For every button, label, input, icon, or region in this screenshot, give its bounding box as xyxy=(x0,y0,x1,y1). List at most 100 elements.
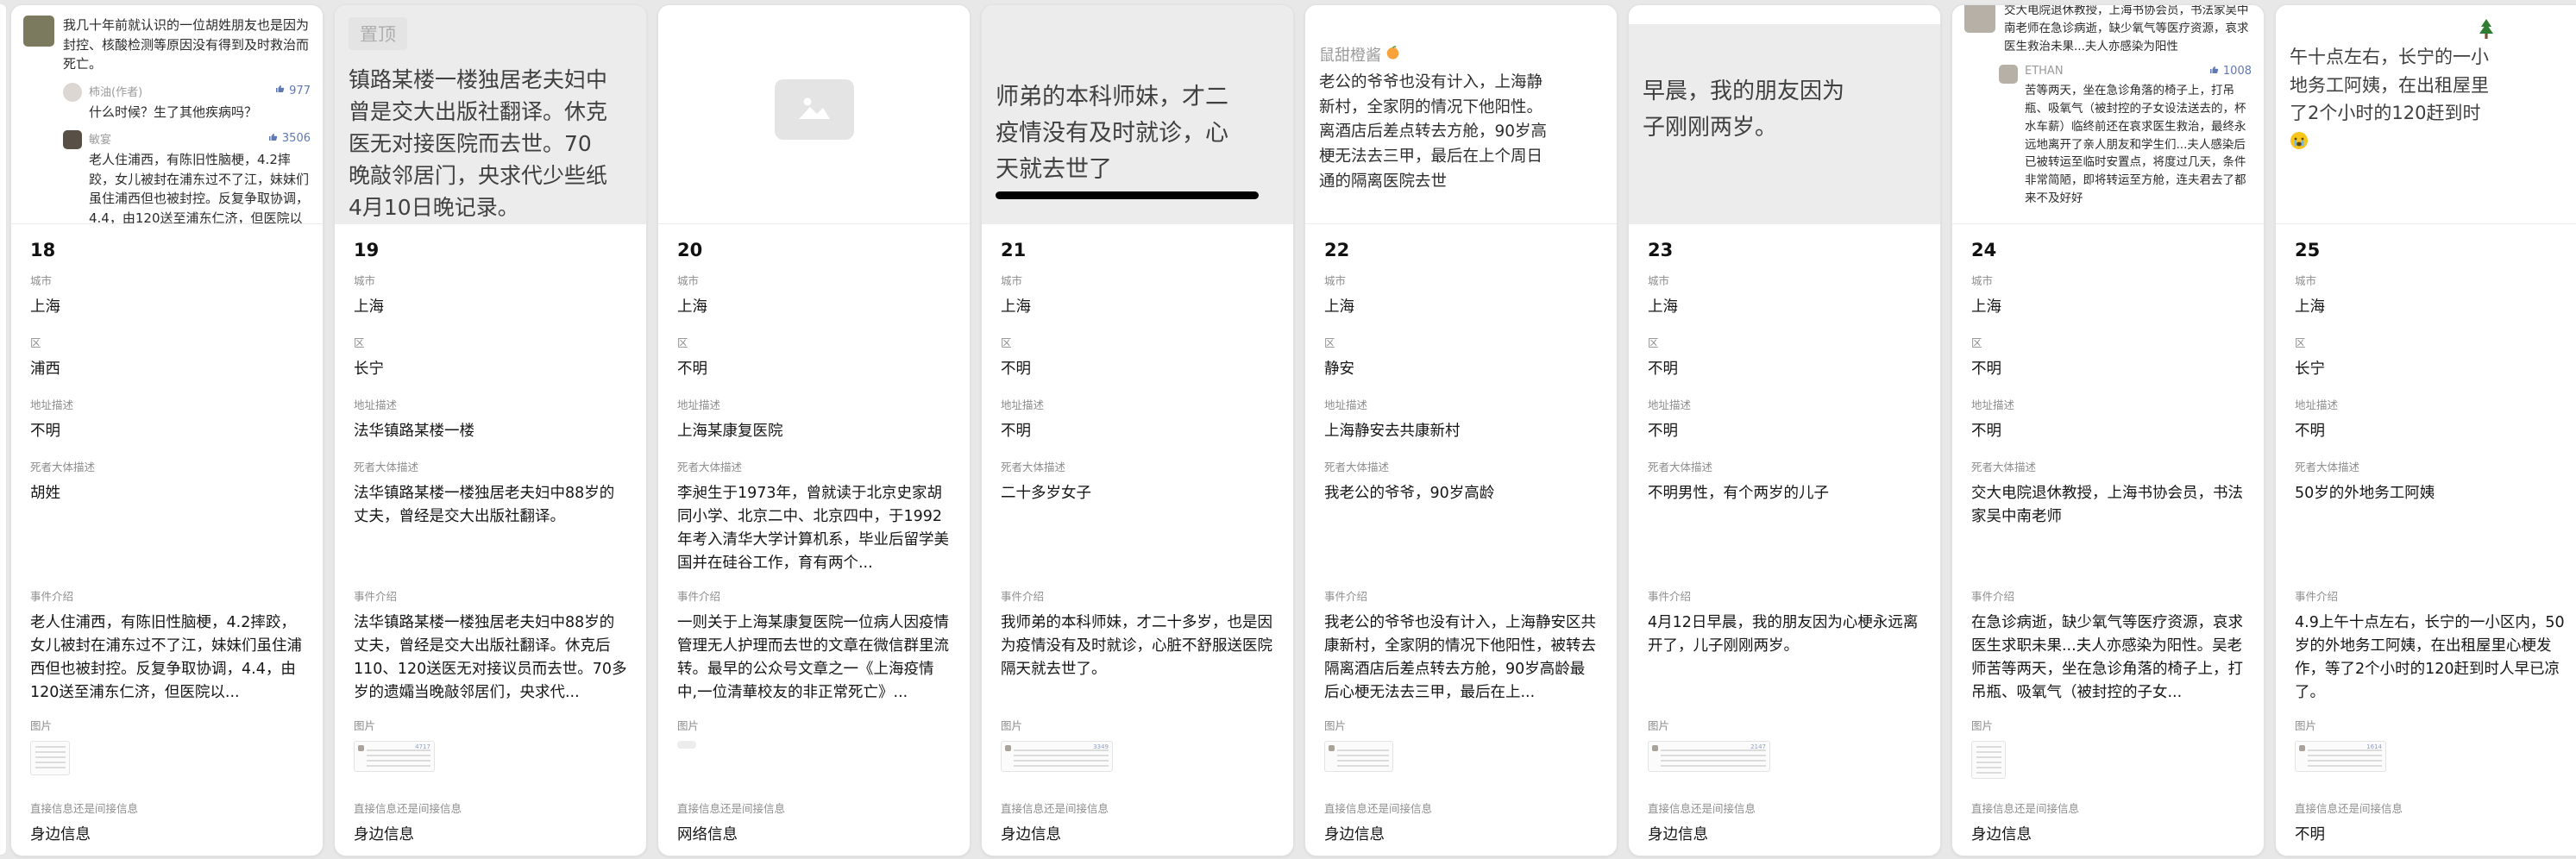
commenter-name: 柿油(作者) xyxy=(89,83,142,99)
thumbnail-avatar xyxy=(1329,745,1335,751)
preview-text-line: 地务工阿姨，在出租屋里 xyxy=(2290,72,2576,100)
field-label-direct: 直接信息还是间接信息 xyxy=(1971,799,2245,816)
field-address: 地址描述 不明 xyxy=(1648,396,1921,458)
case-card[interactable]: 我几十年前就认识的一位胡姓朋友也是因为封控、核酸检测等原因没有得到及时救治而死亡… xyxy=(10,4,324,856)
field-label-deceased: 死者大体描述 xyxy=(1324,458,1598,474)
preview-text-line: 师弟的本科师妹，才二 xyxy=(996,79,1293,116)
preview-text-line: 早晨，我的朋友因为 xyxy=(1643,74,1940,110)
field-direct: 直接信息还是间接信息 身边信息 xyxy=(1971,799,2245,847)
field-label-photo: 图片 xyxy=(1324,717,1598,733)
thumbnail-avatar xyxy=(2299,745,2305,751)
field-event: 事件介绍 4月12日早晨，我的朋友因为心梗永远离开了，儿子刚刚两岁。 xyxy=(1648,587,1921,717)
field-label-event: 事件介绍 xyxy=(30,587,304,604)
field-direct: 直接信息还是间接信息 身边信息 xyxy=(1001,799,1274,847)
case-preview-image[interactable]: 鼠甜橙酱老公的爷爷也没有计入，上海静新村，全家阴的情况下他阳性。离酒店后差点转去… xyxy=(1305,5,1617,224)
field-event: 事件介绍 我老公的爷爷也没有计入，上海静安区共康新村，全家阴的情况下他阳性，被转… xyxy=(1324,587,1598,717)
field-address: 地址描述 不明 xyxy=(1971,396,2245,458)
preview-text-line: 医无对接医院而去世。70 xyxy=(349,128,646,160)
case-preview-image[interactable]: 午十点左右，长宁的一小地务工阿姨，在出租屋里了2个小时的120赶到时 xyxy=(2276,5,2576,224)
field-photo: 图片 xyxy=(677,717,951,799)
field-event: 事件介绍 在急诊病逝，缺少氧气等医疗资源，哀求医生求职未果...夫人亦感染为阳性… xyxy=(1971,587,2245,717)
field-district: 区 不明 xyxy=(1971,334,2245,396)
field-label-event: 事件介绍 xyxy=(2295,587,2568,604)
case-preview-image[interactable]: 交大电院退休教授，上海书协会员，书法家吴中南老师在急诊病逝，缺少氧气等医疗资源，… xyxy=(1952,5,2264,224)
photo-thumbnail[interactable] xyxy=(677,741,696,749)
avatar xyxy=(63,83,82,102)
case-preview-image[interactable]: 早晨，我的朋友因为子刚刚两岁。 xyxy=(1629,5,1940,224)
photo-thumbnail[interactable] xyxy=(1971,741,2006,779)
case-preview-image[interactable]: 我几十年前就认识的一位胡姓朋友也是因为封控、核酸检测等原因没有得到及时救治而死亡… xyxy=(11,5,323,224)
field-label-address: 地址描述 xyxy=(1648,396,1921,412)
field-value-deceased: 二十多岁女子 xyxy=(1001,482,1274,505)
field-district: 区 静安 xyxy=(1324,334,1598,396)
like-count-wrap: 3506 xyxy=(268,132,311,146)
field-value-direct: 身边信息 xyxy=(1324,824,1598,847)
avatar xyxy=(1964,5,1995,33)
field-value-district: 不明 xyxy=(1648,358,1921,381)
field-label-district: 区 xyxy=(354,334,627,350)
author-row: 鼠甜橙酱 xyxy=(1319,43,1617,66)
case-card[interactable]: 午十点左右，长宁的一小地务工阿姨，在出租屋里了2个小时的120赶到时 25 城市… xyxy=(2275,4,2576,856)
field-label-city: 城市 xyxy=(1001,272,1274,288)
field-photo: 图片 2147 xyxy=(1648,717,1921,799)
field-address: 地址描述 不明 xyxy=(30,396,304,458)
case-card[interactable]: 置顶镇路某楼一楼独居老夫妇中曾是交大出版社翻译。休克医无对接医院而去世。70晚敲… xyxy=(334,4,647,856)
field-value-address: 不明 xyxy=(30,420,304,443)
comment-text: 老人住浦西，有陈旧性脑梗，4.2摔跤，女儿被封在浦东过不了江，妹妹们虽住浦西但也… xyxy=(89,150,311,224)
commenter-name: ETHAN xyxy=(2025,65,2064,78)
cards-board: 我几十年前就认识的一位胡姓朋友也是因为封控、核酸检测等原因没有得到及时救治而死亡… xyxy=(0,0,2576,859)
field-deceased: 死者大体描述 胡姓 xyxy=(30,458,304,587)
preview-text-line: 4月10日晚记录。 xyxy=(349,191,646,223)
field-value-city: 上海 xyxy=(1971,296,2245,319)
field-value-address: 不明 xyxy=(1001,420,1274,443)
field-deceased: 死者大体描述 法华镇路某楼一楼独居老夫妇中88岁的丈夫，曾经是交大出版社翻译。 xyxy=(354,458,627,587)
case-card[interactable]: 早晨，我的朋友因为子刚刚两岁。 23 城市 上海 区 不明 地址描述 不明 死者… xyxy=(1628,4,1941,856)
photo-thumbnail[interactable]: 2147 xyxy=(1648,741,1770,772)
photo-thumbnail[interactable]: 4717 xyxy=(354,741,435,772)
main-comment: 我几十年前就认识的一位胡姓朋友也是因为封控、核酸检测等原因没有得到及时救治而死亡… xyxy=(23,16,311,74)
field-value-district: 静安 xyxy=(1324,358,1598,381)
preview-text-line: 新村，全家阴的情况下他阳性。 xyxy=(1319,96,1617,121)
photo-thumbnail[interactable] xyxy=(1324,741,1393,772)
photo-thumbnail[interactable] xyxy=(30,741,70,775)
case-card[interactable]: 鼠甜橙酱老公的爷爷也没有计入，上海静新村，全家阴的情况下他阳性。离酒店后差点转去… xyxy=(1304,4,1618,856)
field-deceased: 死者大体描述 50岁的外地务工阿姨 xyxy=(2295,458,2568,587)
case-card[interactable]: 交大电院退休教授，上海书协会员，书法家吴中南老师在急诊病逝，缺少氧气等医疗资源，… xyxy=(1951,4,2265,856)
case-preview-image[interactable]: 师弟的本科师妹，才二疫情没有及时就诊，心天就去世了 xyxy=(982,5,1293,224)
case-preview-image[interactable]: 置顶镇路某楼一楼独居老夫妇中曾是交大出版社翻译。休克医无对接医院而去世。70晚敲… xyxy=(335,5,646,224)
case-card[interactable]: 20 城市 上海 区 不明 地址描述 上海某康复医院 死者大体描述 李昶生于19… xyxy=(657,4,971,856)
field-label-photo: 图片 xyxy=(30,717,304,733)
field-value-direct: 身边信息 xyxy=(1648,824,1921,847)
preview-top-strip xyxy=(1629,5,1940,24)
case-preview-image[interactable] xyxy=(658,5,970,224)
field-value-district: 不明 xyxy=(1001,358,1274,381)
field-label-district: 区 xyxy=(2295,334,2568,350)
field-label-deceased: 死者大体描述 xyxy=(30,458,304,474)
field-city: 城市 上海 xyxy=(1971,272,2245,334)
field-label-photo: 图片 xyxy=(1001,717,1274,733)
field-district: 区 不明 xyxy=(1001,334,1274,396)
thumbnail-like-count: 4717 xyxy=(415,743,430,750)
preview-text-block: 早晨，我的朋友因为子刚刚两岁。 xyxy=(1629,24,1940,146)
field-value-address: 不明 xyxy=(2295,420,2568,443)
like-count: 977 xyxy=(289,85,311,97)
emoji-row xyxy=(2290,17,2576,43)
case-card[interactable]: 师弟的本科师妹，才二疫情没有及时就诊，心天就去世了 21 城市 上海 区 不明 … xyxy=(981,4,1294,856)
case-body: 21 城市 上海 区 不明 地址描述 不明 死者大体描述 二十多岁女子 事件介绍… xyxy=(982,224,1293,856)
thumbnail-text-lines xyxy=(1014,749,1109,768)
thumbnail-avatar xyxy=(358,745,364,751)
photo-thumbnail[interactable]: 3349 xyxy=(1001,741,1113,772)
photo-glyph xyxy=(795,93,833,126)
preview-text-line: 天就去世了 xyxy=(996,152,1293,188)
avatar xyxy=(1999,65,2018,84)
field-event: 事件介绍 4.9上午十点左右，长宁的一小区内，50岁的外地务工阿姨，在出租屋里心… xyxy=(2295,587,2568,717)
reply-header: ETHAN 1008 xyxy=(2025,65,2252,78)
field-value-event: 一则关于上海某康复医院一位病人因疫情管理无人护理而去世的文章在微信群里流转。最早… xyxy=(677,611,951,705)
preview-text-line: 老公的爷爷也没有计入，上海静 xyxy=(1319,71,1617,96)
photo-thumbnail[interactable]: 1614 xyxy=(2295,741,2386,772)
preview-text-block: 师弟的本科师妹，才二疫情没有及时就诊，心天就去世了 xyxy=(982,5,1293,199)
like-count-wrap: 1008 xyxy=(2209,65,2252,78)
preview-text-line: 了2个小时的120赶到时 xyxy=(2290,99,2576,128)
field-value-city: 上海 xyxy=(677,296,951,319)
reply-body: 敏宴3506老人住浦西，有陈旧性脑梗，4.2摔跤，女儿被封在浦东过不了江，妹妹们… xyxy=(89,130,311,224)
